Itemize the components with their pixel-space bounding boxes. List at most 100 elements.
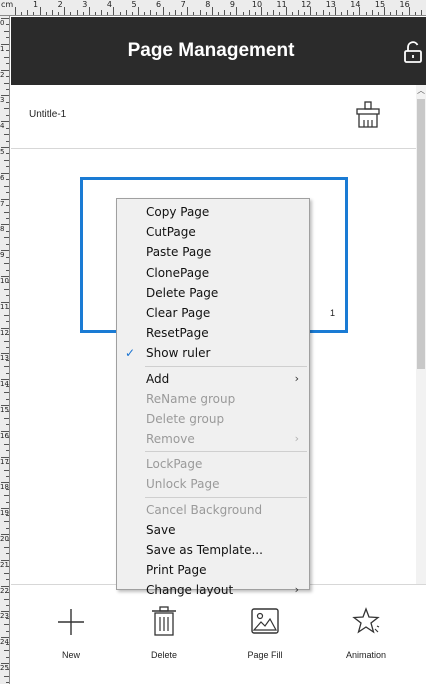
ruler-tick (1, 250, 9, 252)
ruler-tick (58, 12, 60, 15)
ruler-number: 0 (0, 19, 5, 27)
ruler-tick (6, 398, 9, 400)
menu-item-lockpage: LockPage (117, 454, 309, 474)
ruler-tick (4, 469, 9, 471)
header-bar: Page Management (11, 17, 426, 85)
ruler-tick (217, 12, 219, 15)
ruler-tick (310, 7, 312, 15)
ruler-tick (4, 211, 9, 213)
page-fill-label: Page Fill (247, 650, 283, 660)
ruler-tick (6, 192, 9, 194)
ruler-tick (248, 10, 250, 15)
menu-item-label: Unlock Page (146, 477, 220, 492)
ruler-number: 9 (0, 251, 5, 260)
menu-item-cutpage[interactable]: CutPage (117, 222, 309, 242)
ruler-tick (6, 424, 9, 426)
menu-item-clear-page[interactable]: Clear Page (117, 303, 309, 323)
menu-item-copy-page[interactable]: Copy Page (117, 202, 309, 222)
ruler-tick (6, 566, 9, 568)
ruler-tick (6, 475, 9, 477)
ruler-tick (4, 263, 9, 265)
ruler-tick (1, 224, 9, 226)
menu-item-save[interactable]: Save (117, 520, 309, 540)
unlock-icon[interactable] (402, 41, 424, 63)
ruler-tick (162, 7, 164, 15)
ruler-tick (4, 56, 9, 58)
ruler-tick (6, 230, 9, 232)
ruler-tick (1, 534, 9, 535)
menu-item-clonepage[interactable]: ClonePage (117, 263, 309, 283)
ruler-number: 2 (57, 0, 63, 9)
chevron-right-icon: › (294, 583, 299, 597)
ruler-tick (304, 12, 306, 15)
group-row[interactable]: Untitle-1 (11, 85, 416, 149)
broom-icon[interactable] (355, 101, 381, 129)
ruler-tick (21, 12, 23, 15)
animation-button[interactable]: Animation (321, 585, 411, 684)
ruler-tick (6, 114, 9, 116)
ruler-tick (6, 501, 9, 503)
ruler-tick (1, 585, 9, 587)
ruler-tick (6, 579, 9, 581)
ruler-tick (168, 12, 170, 15)
ruler-tick (6, 256, 9, 258)
ruler-tick (1, 18, 9, 19)
ruler-tick (6, 656, 9, 658)
chevron-right-icon: › (294, 371, 299, 385)
ruler-tick (70, 12, 72, 15)
ruler-tick (125, 10, 127, 15)
page-number: 1 (329, 308, 335, 318)
ruler-tick (4, 30, 9, 32)
menu-item-show-ruler[interactable]: ✓ Show ruler (117, 343, 309, 363)
vertical-scrollbar[interactable]: ︿ ﹀ (416, 85, 426, 595)
menu-item-print-page[interactable]: Print Page (117, 560, 309, 580)
ruler-tick (4, 134, 9, 136)
ruler-tick (1, 353, 9, 355)
delete-label: Delete (150, 650, 177, 660)
new-label: New (61, 650, 80, 660)
ruler-tick (1, 327, 9, 329)
ruler-tick (199, 10, 201, 15)
ruler-tick (1, 611, 9, 613)
ruler-tick (6, 372, 9, 374)
new-button[interactable]: New (26, 585, 116, 684)
ruler-tick (88, 7, 90, 15)
ruler-tick (6, 514, 9, 516)
ruler-tick (205, 12, 207, 15)
menu-item-change-layout[interactable]: Change layout › (117, 580, 309, 600)
ruler-number: 19 (0, 509, 9, 518)
ruler-number: 10 (0, 277, 9, 285)
menu-item-save-as-template[interactable]: Save as Template... (117, 540, 309, 560)
ruler-tick (261, 7, 262, 15)
menu-item-resetpage[interactable]: ResetPage (117, 323, 309, 343)
ruler-tick (76, 10, 78, 15)
ruler-tick (4, 624, 9, 626)
ruler-tick (297, 10, 299, 15)
ruler-number: 24 (0, 638, 9, 647)
ruler-number: 17 (0, 457, 9, 466)
ruler-tick (4, 237, 9, 239)
ruler-tick (1, 405, 9, 406)
ruler-tick (6, 527, 9, 529)
ruler-tick (384, 7, 385, 15)
menu-item-cancel-background: Cancel Background (117, 500, 309, 520)
ruler-tick (359, 7, 361, 15)
scroll-thumb[interactable] (417, 99, 425, 369)
ruler-tick (420, 10, 422, 15)
ruler-tick (6, 205, 9, 207)
scroll-up-icon[interactable]: ︿ (416, 85, 426, 97)
menu-item-delete-page[interactable]: Delete Page (117, 283, 309, 303)
menu-item-paste-page[interactable]: Paste Page (117, 242, 309, 262)
ruler-number: 7 (0, 199, 5, 208)
ruler-number: 16 (0, 431, 9, 440)
ruler-number: 21 (0, 560, 9, 569)
ruler-tick (174, 10, 176, 15)
ruler-tick (6, 617, 9, 619)
ruler-tick (347, 10, 349, 15)
menu-item-label: Add (146, 371, 170, 386)
ruler-unit-label: cm (0, 0, 15, 16)
ruler-tick (6, 592, 9, 594)
menu-item-add[interactable]: Add › (117, 369, 309, 389)
menu-item-label: ResetPage (146, 326, 209, 341)
ruler-tick (6, 321, 9, 323)
